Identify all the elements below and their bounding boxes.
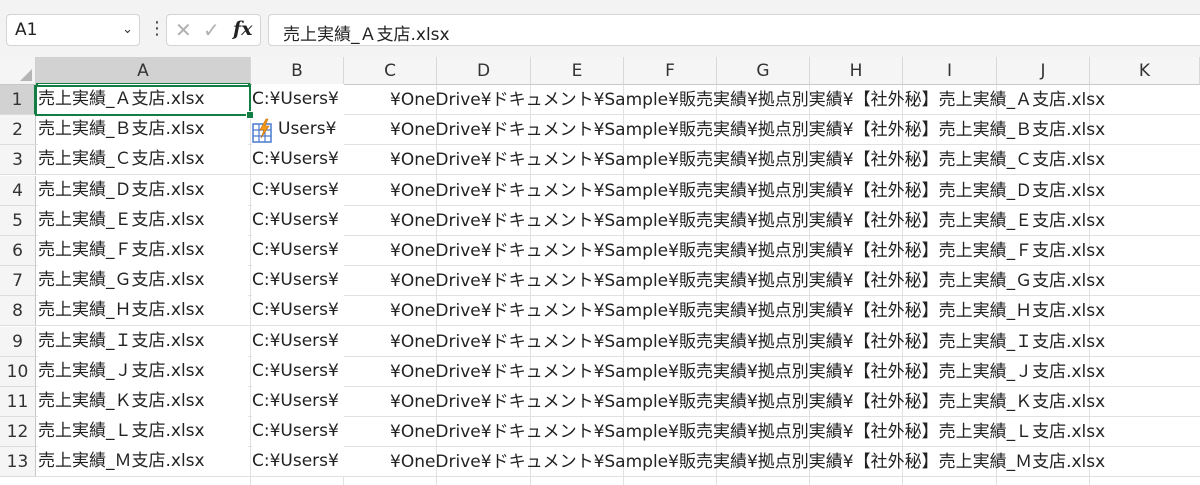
cell-a7[interactable]: 売上実績_Ｇ支店.xlsx [38,265,248,295]
flash-fill-icon [252,118,272,143]
cell-b5[interactable]: C:¥Users¥ [252,205,344,235]
cell-a2[interactable]: 売上実績_Ｂ支店.xlsx [38,114,248,144]
formula-content: 売上実績_Ａ支店.xlsx [283,25,450,45]
row-header-13[interactable]: 13 [0,447,36,477]
grid-line [250,85,251,485]
active-cell-selection [35,85,254,119]
cell-c3[interactable]: ¥OneDrive¥ドキュメント¥Sample¥販売実績¥拠点別実績¥【社外秘】… [390,145,1200,175]
cell-c6[interactable]: ¥OneDrive¥ドキュメント¥Sample¥販売実績¥拠点別実績¥【社外秘】… [390,236,1200,266]
cell-a8[interactable]: 売上実績_Ｈ支店.xlsx [38,295,248,325]
cell-a3[interactable]: 売上実績_Ｃ支店.xlsx [38,144,248,174]
row-header-1[interactable]: 1 [0,85,36,115]
column-header-j[interactable]: J [997,57,1090,85]
cell-b10[interactable]: C:¥Users¥ [252,356,344,386]
cell-b1[interactable]: C:¥Users¥ [252,84,344,114]
cell-c7[interactable]: ¥OneDrive¥ドキュメント¥Sample¥販売実績¥拠点別実績¥【社外秘】… [390,266,1200,296]
cell-a10[interactable]: 売上実績_Ｊ支店.xlsx [38,356,248,386]
cell-c8[interactable]: ¥OneDrive¥ドキュメント¥Sample¥販売実績¥拠点別実績¥【社外秘】… [390,296,1200,326]
flash-fill-options-button[interactable] [252,118,276,144]
cell-b3[interactable]: C:¥Users¥ [252,144,344,174]
select-all-button[interactable] [0,57,36,85]
column-header-f[interactable]: F [624,57,717,85]
cell-b11[interactable]: C:¥Users¥ [252,386,344,416]
cell-a4[interactable]: 売上実績_Ｄ支店.xlsx [38,175,248,205]
column-header-c[interactable]: C [344,57,437,85]
cell-a5[interactable]: 売上実績_Ｅ支店.xlsx [38,205,248,235]
row-header-10[interactable]: 10 [0,357,36,387]
cell-c4[interactable]: ¥OneDrive¥ドキュメント¥Sample¥販売実績¥拠点別実績¥【社外秘】… [390,176,1200,206]
column-header-g[interactable]: G [717,57,810,85]
cell-c5[interactable]: ¥OneDrive¥ドキュメント¥Sample¥販売実績¥拠点別実績¥【社外秘】… [390,206,1200,236]
row-header-6[interactable]: 6 [0,236,36,266]
cell-c1[interactable]: ¥OneDrive¥ドキュメント¥Sample¥販売実績¥拠点別実績¥【社外秘】… [390,85,1200,115]
row-header-11[interactable]: 11 [0,387,36,417]
cancel-icon[interactable]: ✕ [175,18,192,42]
cell-b13[interactable]: C:¥Users¥ [252,446,344,476]
cell-a11[interactable]: 売上実績_Ｋ支店.xlsx [38,386,248,416]
cell-b6[interactable]: C:¥Users¥ [252,235,344,265]
column-header-a[interactable]: A [36,57,251,85]
row-header-2[interactable]: 2 [0,115,36,145]
row-header-9[interactable]: 9 [0,327,36,357]
column-header-h[interactable]: H [810,57,903,85]
name-box-value: A1 [15,20,38,40]
cell-c11[interactable]: ¥OneDrive¥ドキュメント¥Sample¥販売実績¥拠点別実績¥【社外秘】… [390,387,1200,417]
cell-a12[interactable]: 売上実績_Ｌ支店.xlsx [38,416,248,446]
formula-bar-area: A1 ⌄ ⋮ ✕ ✓ fx 売上実績_Ａ支店.xlsx [0,0,1200,57]
cell-b12[interactable]: C:¥Users¥ [252,416,344,446]
row-header-12[interactable]: 12 [0,417,36,447]
row-header-8[interactable]: 8 [0,296,36,326]
insert-function-icon[interactable]: fx [233,18,253,40]
column-header-b[interactable]: B [251,57,344,85]
column-header-i[interactable]: I [903,57,997,85]
row-header-4[interactable]: 4 [0,176,36,206]
cell-c12[interactable]: ¥OneDrive¥ドキュメント¥Sample¥販売実績¥拠点別実績¥【社外秘】… [390,417,1200,447]
row-header-7[interactable]: 7 [0,266,36,296]
cell-a9[interactable]: 売上実績_Ｉ支店.xlsx [38,326,248,356]
enter-icon[interactable]: ✓ [203,18,220,42]
column-header-d[interactable]: D [437,57,531,85]
chevron-down-icon[interactable]: ⌄ [122,22,133,37]
cell-b7[interactable]: C:¥Users¥ [252,265,344,295]
cell-b4[interactable]: C:¥Users¥ [252,175,344,205]
cell-a6[interactable]: 売上実績_Ｆ支店.xlsx [38,235,248,265]
cell-c9[interactable]: ¥OneDrive¥ドキュメント¥Sample¥販売実績¥拠点別実績¥【社外秘】… [390,327,1200,357]
cell-a13[interactable]: 売上実績_Ｍ支店.xlsx [38,446,248,476]
vertical-ellipsis-icon[interactable]: ⋮ [148,16,166,42]
cell-c10[interactable]: ¥OneDrive¥ドキュメント¥Sample¥販売実績¥拠点別実績¥【社外秘】… [390,357,1200,387]
name-box[interactable]: A1 ⌄ [6,14,140,46]
column-header-e[interactable]: E [531,57,624,85]
cell-b8[interactable]: C:¥Users¥ [252,295,344,325]
formula-buttons: ✕ ✓ fx [166,14,261,46]
cell-c2[interactable]: ¥OneDrive¥ドキュメント¥Sample¥販売実績¥拠点別実績¥【社外秘】… [390,115,1200,145]
column-header-k[interactable]: K [1090,57,1200,85]
row-header-5[interactable]: 5 [0,206,36,236]
spreadsheet-grid: ABCDEFGHIJK 1 ¥OneDrive¥ドキュメント¥Sample¥販売実… [0,57,1200,485]
cell-b9[interactable]: C:¥Users¥ [252,326,344,356]
cell-c13[interactable]: ¥OneDrive¥ドキュメント¥Sample¥販売実績¥拠点別実績¥【社外秘】… [390,447,1200,477]
formula-input[interactable]: 売上実績_Ａ支店.xlsx [268,14,1200,46]
row-header-3[interactable]: 3 [0,145,36,175]
